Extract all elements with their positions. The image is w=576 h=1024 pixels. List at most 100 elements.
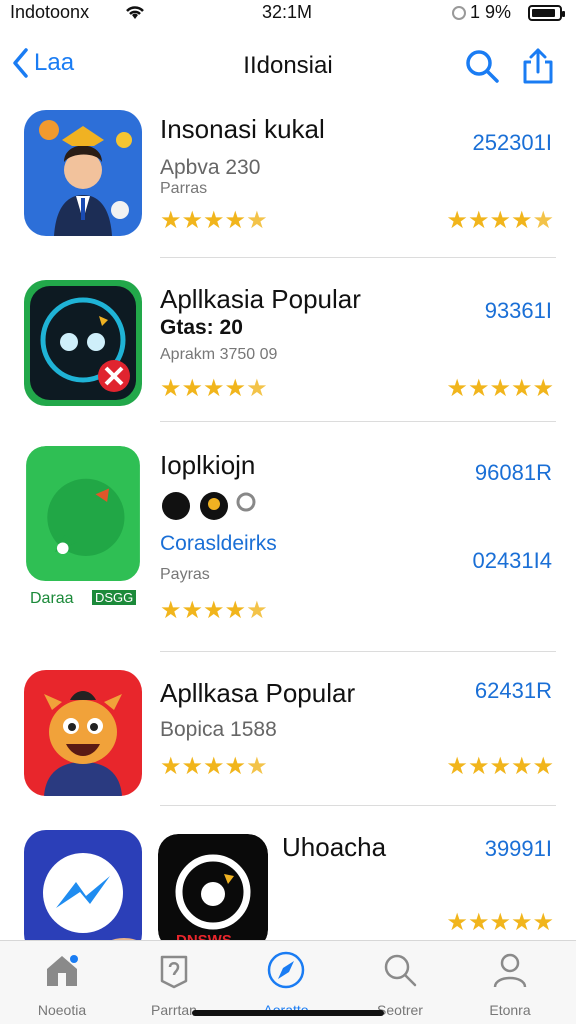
tab-account[interactable]: Etonra xyxy=(460,951,560,1018)
app-title[interactable]: Apllkasia Popular xyxy=(160,284,361,315)
battery-percentage: 1 9% xyxy=(470,2,512,22)
status-bar: Indotoonx 32:1M 1 9% xyxy=(0,0,576,28)
list-item[interactable]: Insonasi kukal Apbva 230 Parras 252301I … xyxy=(0,100,576,258)
clock: 32:1M xyxy=(262,2,313,22)
tab-today[interactable]: Noeotia xyxy=(12,951,112,1018)
rating-count-secondary: 02431I4 xyxy=(472,548,552,573)
app-title[interactable]: Ioplkiojn xyxy=(160,450,255,481)
star-icon: ★ xyxy=(160,752,182,780)
star-icon: ★ xyxy=(203,752,225,780)
star-icon: ★ xyxy=(224,374,247,402)
star-icon: ★ xyxy=(224,596,247,624)
star-icon: ★ xyxy=(246,752,268,780)
icon-caption: DSGG xyxy=(92,590,137,605)
tab-apps[interactable]: Aoratto xyxy=(236,951,336,1018)
star-icon: ★ xyxy=(532,206,554,234)
star-icon: ★ xyxy=(446,374,468,402)
star-icon: ★ xyxy=(246,206,268,234)
star-icon: ★ xyxy=(532,752,554,780)
star-icon: ★ xyxy=(489,908,511,936)
star-icon: ★ xyxy=(532,908,554,936)
list-item[interactable]: Daraa DSGG Ioplkiojn 96081R Corasldeirks… xyxy=(0,422,576,652)
list-item[interactable]: Apllkasa Popular Bopica 1588 62431R ★ ★ ★ ★… xyxy=(0,652,576,806)
rating-count: 252301I xyxy=(472,130,552,155)
tab-label: Etonra xyxy=(489,1002,531,1018)
star-icon: ★ xyxy=(510,206,533,234)
star-icon: ★ xyxy=(203,596,225,624)
star-rating: ★ ★ ★ ★ ★ xyxy=(446,208,554,232)
star-icon: ★ xyxy=(224,206,247,234)
star-icon: ★ xyxy=(467,908,490,936)
search-icon[interactable] xyxy=(462,46,502,86)
navigation-bar: Laa IIdonsiai xyxy=(0,40,576,96)
star-icon: ★ xyxy=(446,752,468,780)
app-title[interactable]: Apllkasa Popular xyxy=(160,678,355,709)
star-icon: ★ xyxy=(203,206,225,234)
star-icon: ★ xyxy=(160,596,182,624)
star-icon: ★ xyxy=(489,752,511,780)
app-meta: Aprakm 3750 09 xyxy=(160,346,278,363)
rating-count: 96081R xyxy=(474,460,552,485)
star-rating: ★ ★ ★ ★ ★ xyxy=(160,208,268,232)
chat-bubble-app-icon[interactable] xyxy=(24,280,142,406)
app-list: Insonasi kukal Apbva 230 Parras 252301I … xyxy=(0,100,576,956)
moon-icon xyxy=(452,6,466,20)
green-chat-app-icon[interactable] xyxy=(24,446,142,610)
star-icon: ★ xyxy=(467,374,490,402)
app-title[interactable]: Uhoacha xyxy=(282,832,386,863)
star-icon: ★ xyxy=(446,908,468,936)
star-icon: ★ xyxy=(246,596,268,624)
star-icon: ★ xyxy=(203,374,225,402)
star-icon: ★ xyxy=(532,374,554,402)
star-icon: ★ xyxy=(181,596,204,624)
star-icon: ★ xyxy=(446,206,468,234)
star-icon: ★ xyxy=(510,752,533,780)
carrier-label: Indotoonx xyxy=(10,2,90,22)
star-icon: ★ xyxy=(181,374,204,402)
businessman-app-icon[interactable] xyxy=(24,110,142,236)
emoji-icons xyxy=(162,492,256,520)
star-rating: ★ ★ ★ ★ ★ xyxy=(160,754,268,778)
star-rating: ★ ★ ★ ★ ★ xyxy=(160,598,268,622)
star-icon: ★ xyxy=(181,752,204,780)
share-icon[interactable] xyxy=(518,46,558,86)
home-icon xyxy=(47,955,78,986)
battery-icon xyxy=(528,5,565,21)
home-indicator[interactable] xyxy=(192,1010,384,1016)
compass-icon xyxy=(267,951,305,989)
app-title[interactable]: Insonasi kukal xyxy=(160,114,325,145)
app-subtitle: Bopica 1588 xyxy=(160,718,277,741)
star-icon: ★ xyxy=(467,752,490,780)
person-icon xyxy=(493,953,527,988)
star-icon: ★ xyxy=(160,374,182,402)
games-icon xyxy=(160,955,188,989)
star-icon: ★ xyxy=(181,206,204,234)
icon-caption: Daraa xyxy=(30,590,74,607)
rating-count: 39991I xyxy=(484,836,552,861)
star-icon: ★ xyxy=(160,206,182,234)
star-icon: ★ xyxy=(246,374,268,402)
messenger-app-icon[interactable] xyxy=(24,830,142,956)
star-icon: ★ xyxy=(489,206,511,234)
cartoon-character-app-icon[interactable] xyxy=(24,670,142,796)
star-icon: ★ xyxy=(510,908,533,936)
app-subtitle: Gtas: 20 xyxy=(160,316,243,339)
star-rating: ★ ★ ★ ★ ★ xyxy=(160,376,268,400)
list-item[interactable]: DNSWS Uhoacha 39991I ★★★★★ xyxy=(0,806,576,956)
app-link[interactable]: Corasldeirks xyxy=(160,532,277,556)
rating-count: 93361I xyxy=(484,298,552,323)
app-meta: Payras xyxy=(160,566,210,583)
star-icon: ★ xyxy=(467,206,490,234)
app-subtitle: Apbva 230 xyxy=(160,156,261,179)
rating-count: 62431R xyxy=(474,678,552,703)
star-rating: ★ ★ ★ ★ ★ xyxy=(446,754,554,778)
tab-games[interactable]: Parrtan xyxy=(124,951,224,1018)
search-icon xyxy=(384,954,417,987)
star-icon: ★ xyxy=(224,752,247,780)
list-item[interactable]: Apllkasia Popular Gtas: 20 Aprakm 3750 0… xyxy=(0,258,576,422)
app-meta: Parras xyxy=(160,180,208,197)
tab-label: Noeotia xyxy=(37,1002,87,1018)
star-rating: ★ ★ ★ ★ ★ xyxy=(446,376,554,400)
tab-search[interactable]: Seotrer xyxy=(350,951,450,1018)
star-icon: ★ xyxy=(489,374,511,402)
